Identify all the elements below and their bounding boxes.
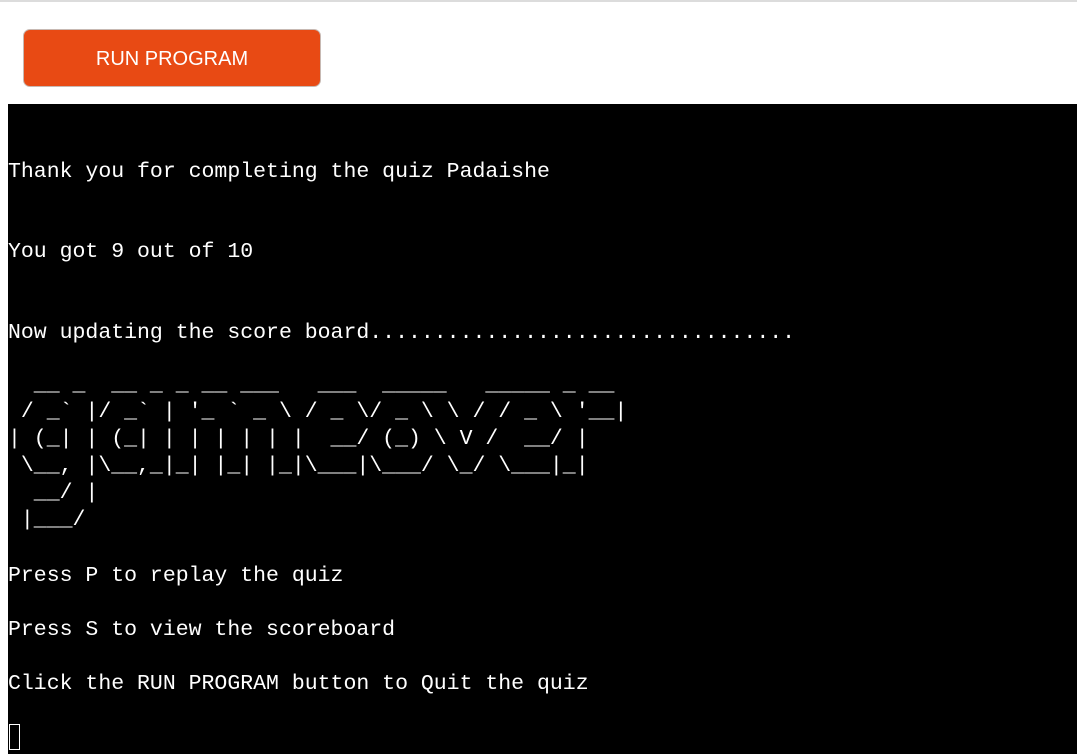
top-divider xyxy=(0,0,1077,2)
run-program-button[interactable]: RUN PROGRAM xyxy=(23,29,321,87)
terminal-prompt-scoreboard: Press S to view the scoreboard xyxy=(8,618,396,642)
terminal-line-score: You got 9 out of 10 xyxy=(8,240,254,264)
terminal[interactable]: Thank you for completing the quiz Padais… xyxy=(8,104,1077,754)
terminal-cursor xyxy=(9,724,20,750)
terminal-prompt-quit: Click the RUN PROGRAM button to Quit the… xyxy=(8,672,589,696)
game-over-ascii-art: __ _ __ _ _ __ ___ ___ _____ _____ _ __ … xyxy=(8,373,628,532)
terminal-prompt-replay: Press P to replay the quiz xyxy=(8,564,344,588)
terminal-line-updating: Now updating the score board............… xyxy=(8,321,796,345)
terminal-line-thank-you: Thank you for completing the quiz Padais… xyxy=(8,160,550,184)
